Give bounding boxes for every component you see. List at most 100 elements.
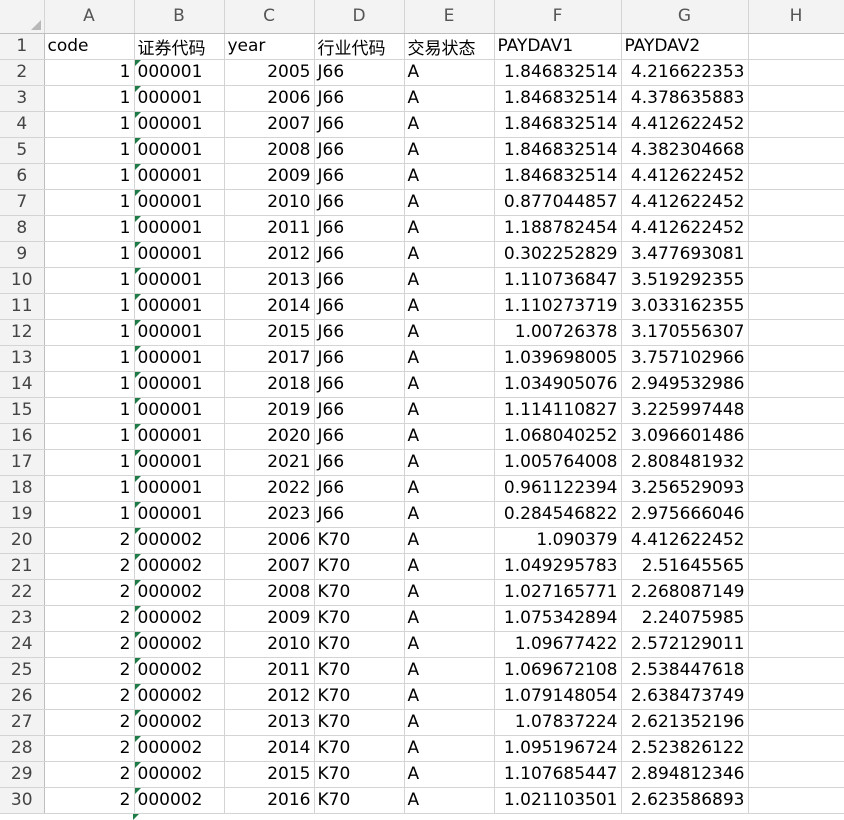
cell-f[interactable]: 1.090379 bbox=[494, 527, 622, 554]
cell-d[interactable]: J66 bbox=[314, 449, 405, 476]
cell-e[interactable]: A bbox=[404, 657, 495, 684]
cell-a[interactable]: 1 bbox=[44, 319, 135, 346]
cell-f[interactable]: 1.110273719 bbox=[494, 293, 622, 320]
cell-f[interactable]: 1.075342894 bbox=[494, 605, 622, 632]
cell-d[interactable]: K70 bbox=[314, 527, 405, 554]
cell-d[interactable]: J66 bbox=[314, 137, 405, 164]
number-as-text-indicator-icon[interactable] bbox=[134, 59, 141, 66]
cell-c[interactable]: 2011 bbox=[224, 215, 315, 242]
number-as-text-indicator-icon[interactable] bbox=[134, 709, 141, 716]
cell-h[interactable] bbox=[748, 579, 844, 606]
number-as-text-indicator-icon[interactable] bbox=[134, 683, 141, 690]
cell-c[interactable]: 2021 bbox=[224, 449, 315, 476]
column-header-d[interactable]: D bbox=[314, 0, 405, 34]
cell-c[interactable]: 2010 bbox=[224, 631, 315, 658]
row-header[interactable]: 14 bbox=[0, 371, 45, 398]
cell-e[interactable]: A bbox=[404, 449, 495, 476]
row-header[interactable]: 11 bbox=[0, 293, 45, 320]
cell-a[interactable]: 1 bbox=[44, 345, 135, 372]
number-as-text-indicator-icon[interactable] bbox=[134, 137, 141, 144]
cell-b[interactable]: 000002 bbox=[134, 579, 225, 606]
cell-a[interactable]: 2 bbox=[44, 787, 135, 814]
cell-f[interactable]: 1.034905076 bbox=[494, 371, 622, 398]
row-header[interactable]: 10 bbox=[0, 267, 45, 294]
number-as-text-indicator-icon[interactable] bbox=[134, 397, 141, 404]
cell-a[interactable]: 1 bbox=[44, 475, 135, 502]
number-as-text-indicator-icon[interactable] bbox=[134, 631, 141, 638]
cell-c[interactable]: 2023 bbox=[224, 501, 315, 528]
column-header-c[interactable]: C bbox=[224, 0, 315, 34]
cell-e[interactable]: A bbox=[404, 527, 495, 554]
cell-g[interactable]: 4.412622452 bbox=[621, 163, 749, 190]
cell-b[interactable]: 000002 bbox=[134, 631, 225, 658]
cell-d[interactable]: K70 bbox=[314, 735, 405, 762]
cell-d[interactable]: J66 bbox=[314, 319, 405, 346]
cell-d[interactable]: J66 bbox=[314, 163, 405, 190]
cell-g[interactable]: 2.51645565 bbox=[621, 553, 749, 580]
cell-f[interactable]: 1.00726378 bbox=[494, 319, 622, 346]
cell-a[interactable]: 1 bbox=[44, 371, 135, 398]
cell-a[interactable]: 1 bbox=[44, 501, 135, 528]
row-header[interactable]: 4 bbox=[0, 111, 45, 138]
row-header[interactable]: 17 bbox=[0, 449, 45, 476]
cell-h[interactable] bbox=[748, 787, 844, 814]
cell-g[interactable]: 2.949532986 bbox=[621, 371, 749, 398]
cell-g[interactable]: 2.808481932 bbox=[621, 449, 749, 476]
cell-f[interactable]: 1.846832514 bbox=[494, 59, 622, 86]
cell-b[interactable]: 000001 bbox=[134, 371, 225, 398]
row-header[interactable]: 25 bbox=[0, 657, 45, 684]
cell-d[interactable]: J66 bbox=[314, 215, 405, 242]
cell-d[interactable]: J66 bbox=[314, 267, 405, 294]
cell-g[interactable]: 3.096601486 bbox=[621, 423, 749, 450]
number-as-text-indicator-icon[interactable] bbox=[134, 319, 141, 326]
row-header[interactable]: 9 bbox=[0, 241, 45, 268]
row-header[interactable]: 16 bbox=[0, 423, 45, 450]
cell-g[interactable]: 4.412622452 bbox=[621, 527, 749, 554]
cell-d[interactable]: J66 bbox=[314, 189, 405, 216]
number-as-text-indicator-icon[interactable] bbox=[134, 527, 141, 534]
cell-e[interactable]: A bbox=[404, 293, 495, 320]
cell-f[interactable]: 1.846832514 bbox=[494, 85, 622, 112]
cell-a[interactable]: 2 bbox=[44, 579, 135, 606]
cell-f[interactable]: 1.110736847 bbox=[494, 267, 622, 294]
spreadsheet-grid[interactable]: A B C D E F G H 1 code 证券代码 year 行业代码 交易… bbox=[0, 0, 844, 820]
cell-e[interactable]: A bbox=[404, 475, 495, 502]
cell-c[interactable]: 2014 bbox=[224, 293, 315, 320]
cell-e[interactable]: A bbox=[404, 579, 495, 606]
cell-b[interactable]: 000002 bbox=[134, 527, 225, 554]
cell-c1[interactable]: year bbox=[224, 33, 315, 60]
cell-g[interactable]: 3.757102966 bbox=[621, 345, 749, 372]
number-as-text-indicator-icon[interactable] bbox=[134, 553, 141, 560]
cell-d[interactable]: J66 bbox=[314, 345, 405, 372]
cell-e[interactable]: A bbox=[404, 85, 495, 112]
cell-c[interactable]: 2015 bbox=[224, 319, 315, 346]
cell-g[interactable]: 2.623586893 bbox=[621, 787, 749, 814]
cell-g[interactable]: 2.523826122 bbox=[621, 735, 749, 762]
cell-g[interactable]: 4.378635883 bbox=[621, 85, 749, 112]
row-header[interactable]: 19 bbox=[0, 501, 45, 528]
column-header-g[interactable]: G bbox=[621, 0, 749, 34]
cell-a[interactable]: 2 bbox=[44, 631, 135, 658]
cell-b[interactable]: 000001 bbox=[134, 111, 225, 138]
cell-e[interactable]: A bbox=[404, 631, 495, 658]
cell-c[interactable]: 2020 bbox=[224, 423, 315, 450]
row-header[interactable]: 3 bbox=[0, 85, 45, 112]
cell-f[interactable]: 1.09677422 bbox=[494, 631, 622, 658]
cell-f[interactable]: 1.021103501 bbox=[494, 787, 622, 814]
cell-a[interactable]: 2 bbox=[44, 605, 135, 632]
cell-e[interactable]: A bbox=[404, 501, 495, 528]
row-header[interactable]: 15 bbox=[0, 397, 45, 424]
cell-d1[interactable]: 行业代码 bbox=[314, 33, 405, 60]
cell-g[interactable]: 4.412622452 bbox=[621, 111, 749, 138]
cell-d[interactable]: K70 bbox=[314, 761, 405, 788]
cell-a[interactable]: 1 bbox=[44, 215, 135, 242]
cell-f[interactable]: 0.302252829 bbox=[494, 241, 622, 268]
cell-f[interactable]: 1.049295783 bbox=[494, 553, 622, 580]
cell-e[interactable]: A bbox=[404, 605, 495, 632]
cell-c[interactable]: 2010 bbox=[224, 189, 315, 216]
cell-c[interactable]: 2013 bbox=[224, 709, 315, 736]
cell-h[interactable] bbox=[748, 345, 844, 372]
select-all-corner[interactable] bbox=[0, 0, 45, 34]
row-header[interactable]: 30 bbox=[0, 787, 45, 814]
cell-d[interactable]: J66 bbox=[314, 397, 405, 424]
